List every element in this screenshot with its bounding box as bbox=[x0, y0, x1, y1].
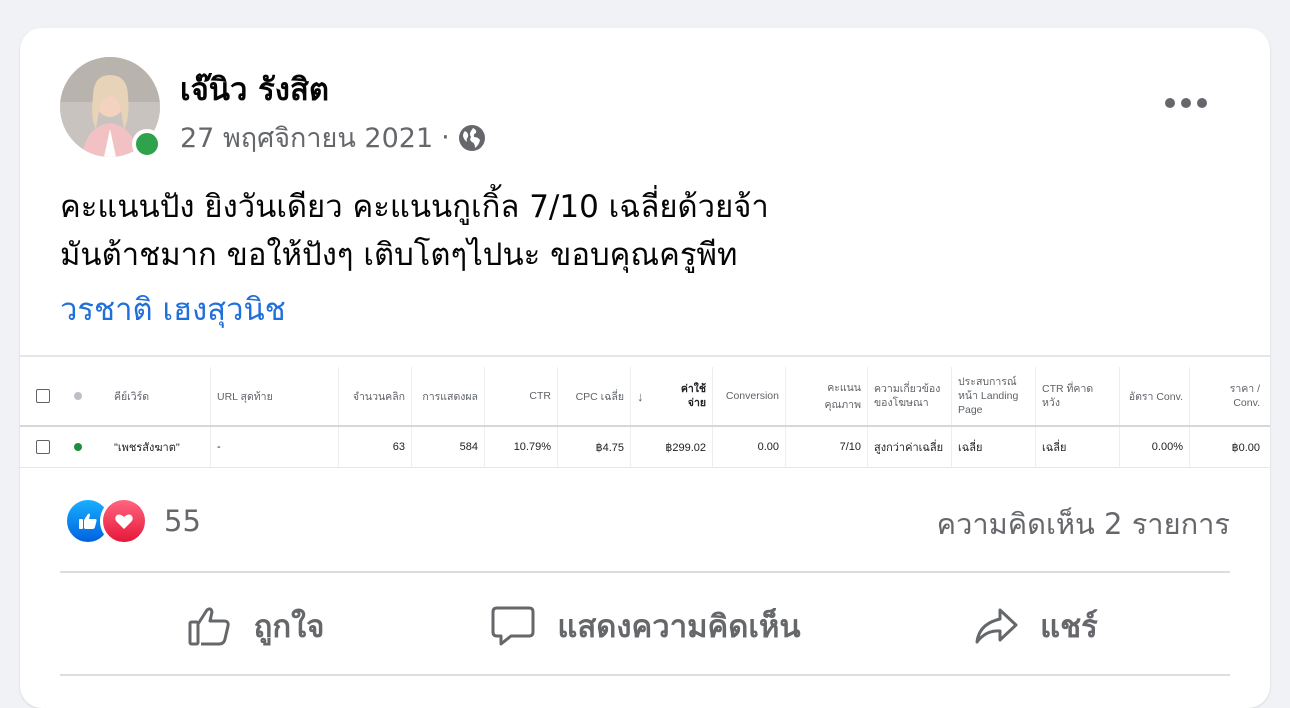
status-dot bbox=[68, 427, 92, 467]
col-landing-line: ประสบการณ์ bbox=[958, 376, 1017, 388]
post-card: เจ๊นิว รังสิต 27 พฤศจิกายน 2021 · คะแนนป… bbox=[20, 28, 1270, 708]
divider bbox=[60, 674, 1230, 676]
globe-icon bbox=[458, 124, 485, 151]
like-button[interactable]: ถูกใจ bbox=[60, 574, 450, 678]
col-exp-ctr-line: CTR ที่คาด bbox=[1042, 383, 1094, 395]
more-dot-icon bbox=[1165, 98, 1175, 108]
author-name[interactable]: เจ๊นิว รังสิต bbox=[180, 64, 329, 114]
comments-count-link[interactable]: ความคิดเห็น 2 รายการ bbox=[937, 501, 1230, 547]
cell-ad-relevance: สูงกว่าค่าเฉลี่ย bbox=[868, 427, 952, 467]
meta-separator: · bbox=[441, 122, 450, 153]
col-impressions: การแสดงผล bbox=[412, 367, 485, 425]
thumbs-up-icon bbox=[188, 607, 230, 646]
post-text-line: มันต้าชมาก ขอให้ปังๆ เติบโตๆไปนะ ขอบคุณค… bbox=[60, 237, 738, 273]
status-header bbox=[68, 367, 92, 425]
author-avatar[interactable] bbox=[60, 57, 162, 159]
col-cost-conv-line: Conv. bbox=[1233, 397, 1260, 409]
online-status-dot bbox=[132, 129, 162, 159]
cell-clicks: 63 bbox=[339, 427, 412, 467]
cell-ctr: 10.79% bbox=[485, 427, 558, 467]
col-final-url: URL สุดท้าย bbox=[211, 367, 339, 425]
col-ad-relevance-line: ความเกี่ยวข้อง bbox=[874, 383, 941, 395]
col-cost-per-conv: ราคา / Conv. bbox=[1190, 367, 1266, 425]
col-expected-ctr: CTR ที่คาดหวัง bbox=[1036, 367, 1120, 425]
comment-button[interactable]: แสดงความคิดเห็น bbox=[450, 574, 840, 678]
col-cost: ↓ ค่าใช้ จ่าย bbox=[631, 367, 713, 425]
col-exp-ctr-line: หวัง bbox=[1042, 397, 1060, 409]
cell-keyword: "เพชรสังฆาต" bbox=[108, 427, 211, 467]
more-options-button[interactable] bbox=[1158, 88, 1214, 118]
cell-landing-page: เฉลี่ย bbox=[952, 427, 1036, 467]
col-landing-page: ประสบการณ์หน้า Landing Page bbox=[952, 367, 1036, 425]
post-text: คะแนนปัง ยิงวันเดียว คะแนนกูเกิ้ล 7/10 เ… bbox=[60, 183, 1160, 279]
cell-cost-per-conv: ฿0.00 bbox=[1231, 441, 1260, 454]
more-dot-icon bbox=[1197, 98, 1207, 108]
table-header: คีย์เวิร์ด URL สุดท้าย จำนวนคลิก การแสดง… bbox=[20, 367, 1270, 427]
more-dot-icon bbox=[1181, 98, 1191, 108]
cell-expected-ctr: เฉลี่ย bbox=[1036, 427, 1120, 467]
col-cost-conv-line: ราคา / bbox=[1229, 383, 1260, 395]
post-meta: 27 พฤศจิกายน 2021 · bbox=[180, 116, 486, 159]
comment-bubble-icon bbox=[491, 606, 535, 646]
post-image[interactable]: คีย์เวิร์ด URL สุดท้าย จำนวนคลิก การแสดง… bbox=[20, 355, 1270, 468]
col-conv-rate: อัตรา Conv. bbox=[1120, 367, 1190, 425]
select-all-checkbox bbox=[30, 367, 62, 425]
heart-icon bbox=[115, 514, 133, 529]
col-landing-line: Page bbox=[958, 404, 983, 416]
col-keyword: คีย์เวิร์ด bbox=[108, 367, 211, 425]
cell-quality-score: 7/10 bbox=[786, 427, 868, 467]
col-cost-label-line: ค่าใช้ bbox=[680, 383, 706, 395]
share-arrow-icon bbox=[975, 608, 1018, 644]
col-ctr: CTR bbox=[485, 367, 558, 425]
reactions-summary[interactable]: 55 bbox=[64, 496, 201, 546]
table-row: "เพชรสังฆาต" - 63 584 10.79% ฿4.75 ฿299.… bbox=[20, 427, 1270, 467]
reaction-count: 55 bbox=[164, 504, 201, 538]
col-ad-relevance-line: ของโฆษณา bbox=[874, 397, 929, 409]
row-checkbox bbox=[30, 427, 62, 467]
col-conversion: Conversion bbox=[713, 367, 786, 425]
col-avg-cpc: CPC เฉลี่ย bbox=[558, 367, 631, 425]
col-ad-relevance: ความเกี่ยวข้องของโฆษณา bbox=[868, 367, 952, 425]
col-landing-line: หน้า Landing bbox=[958, 390, 1019, 402]
comment-label: แสดงความคิดเห็น bbox=[557, 609, 801, 645]
sort-arrow-icon: ↓ bbox=[637, 388, 644, 404]
col-clicks: จำนวนคลิก bbox=[339, 367, 412, 425]
share-button[interactable]: แชร์ bbox=[840, 574, 1230, 678]
cell-conv-rate: 0.00% bbox=[1120, 427, 1190, 467]
post-date[interactable]: 27 พฤศจิกายน 2021 bbox=[180, 116, 433, 159]
divider bbox=[60, 571, 1230, 573]
thumbs-up-icon bbox=[79, 513, 97, 529]
cell-conversion: 0.00 bbox=[713, 427, 786, 467]
col-cost-label: ค่าใช้ จ่าย bbox=[681, 382, 706, 410]
like-label: ถูกใจ bbox=[253, 609, 325, 645]
col-cost-label-line: จ่าย bbox=[687, 397, 706, 409]
tagged-person-link[interactable]: วรชาติ เฮงสุวนิช bbox=[60, 284, 286, 334]
cell-avg-cpc: ฿4.75 bbox=[558, 427, 631, 467]
cell-impressions: 584 bbox=[412, 427, 485, 467]
post-text-line: คะแนนปัง ยิงวันเดียว คะแนนกูเกิ้ล 7/10 เ… bbox=[60, 189, 769, 225]
action-bar: ถูกใจ แสดงความคิดเห็น แชร์ bbox=[60, 574, 1230, 678]
cell-cost: ฿299.02 bbox=[631, 427, 713, 467]
love-reaction-icon bbox=[100, 497, 148, 545]
share-label: แชร์ bbox=[1040, 609, 1098, 645]
col-quality-score: คะแนนคุณภาพ bbox=[786, 367, 868, 425]
cell-final-url: - bbox=[211, 427, 339, 467]
